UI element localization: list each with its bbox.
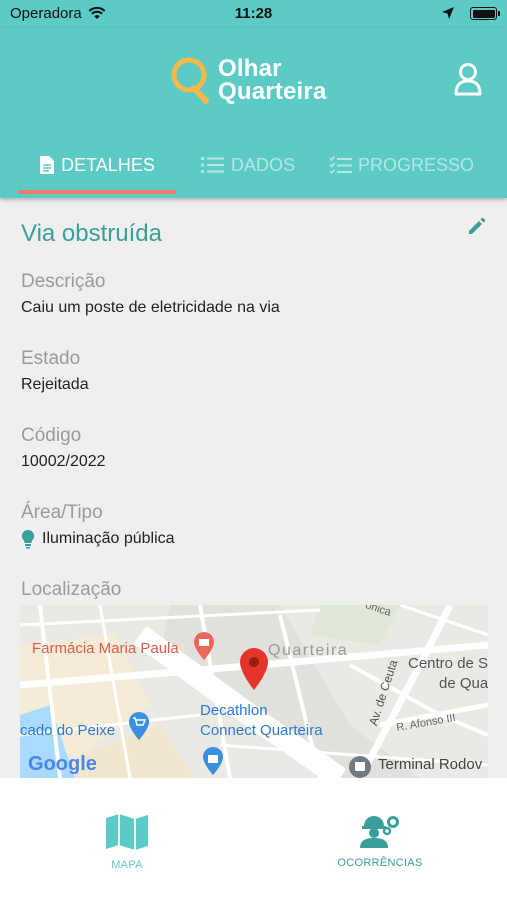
logo-q-icon	[171, 57, 209, 104]
nav-occurrences[interactable]: OCORRÊNCIAS	[305, 814, 455, 869]
map-label-center-1: Centro de S	[408, 655, 488, 672]
worker-gear-icon	[360, 816, 399, 848]
shopping-bag-pin-icon	[203, 747, 223, 775]
tab-dados[interactable]: DADOS	[188, 138, 308, 192]
occurrence-location-pin-icon[interactable]	[239, 647, 269, 691]
code-value: 10002/2022	[21, 453, 106, 470]
tab-dados-label: DADOS	[230, 154, 295, 175]
nav-occurrences-label: OCORRÊNCIAS	[337, 857, 423, 869]
checklist-icon	[329, 156, 352, 174]
pharmacy-pin-icon	[194, 632, 214, 660]
tab-progresso-label: PROGRESSO	[357, 154, 475, 175]
bus-terminal-icon	[349, 756, 371, 778]
google-attribution: Google	[28, 753, 97, 775]
list-icon	[200, 157, 224, 173]
document-icon	[40, 156, 55, 174]
nav-map[interactable]: MAPA	[52, 814, 202, 871]
status-bar: Operadora 11:28	[0, 0, 507, 28]
lightbulb-icon	[21, 529, 35, 549]
clock: 11:28	[234, 5, 273, 22]
logo-line-1: Olhar	[218, 55, 282, 82]
location-label: Localização	[21, 579, 122, 600]
map-label-terminal: Terminal Rodov	[378, 756, 483, 773]
bottom-navigation: MAPA OCORRÊNCIAS	[0, 778, 507, 900]
state-value: Rejeitada	[21, 376, 89, 393]
area-type-text: Iluminação pública	[42, 530, 175, 547]
battery-icon	[470, 7, 500, 20]
location-arrow-icon	[442, 7, 454, 19]
map-label-center-2: de Qua	[439, 675, 488, 692]
map-label-decathlon-1: Decathlon	[200, 702, 268, 719]
tab-progresso[interactable]: PROGRESSO	[322, 138, 482, 192]
map-label-market: cado do Peixe	[20, 722, 116, 739]
description-label: Descrição	[21, 271, 106, 292]
tab-bar: DETALHES DADOS PROGRESSO	[0, 138, 507, 198]
tab-detalhes[interactable]: DETALHES	[18, 138, 176, 192]
map-label-town: Quarteira	[268, 642, 349, 659]
code-label: Código	[21, 425, 82, 446]
tab-detalhes-label: DETALHES	[61, 154, 155, 175]
occurrence-title: Via obstruída	[21, 220, 162, 247]
area-type-label: Área/Tipo	[21, 502, 103, 523]
map-icon	[106, 814, 148, 850]
shopping-cart-pin-icon	[129, 712, 149, 740]
description-value: Caiu um poste de eletricidade na via	[21, 299, 280, 316]
app-header: Olhar Quarteira DETALHES DADOS PROGRESSO	[0, 28, 507, 198]
logo-line-2: Quarteira	[218, 78, 327, 105]
occurrence-details: Via obstruída Descrição Caiu um poste de…	[0, 198, 507, 778]
edit-pencil-icon[interactable]	[467, 216, 487, 236]
state-label: Estado	[21, 348, 81, 369]
nav-map-label: MAPA	[111, 859, 143, 871]
location-map[interactable]: Farmácia Maria Paula Quarteira Centro de…	[20, 605, 488, 778]
app-logo: Olhar Quarteira	[170, 54, 327, 106]
map-label-pharmacy: Farmácia Maria Paula	[32, 640, 179, 657]
area-type-value: Iluminação pública	[21, 529, 175, 549]
map-label-decathlon-2: Connect Quarteira	[200, 722, 323, 739]
active-tab-indicator	[18, 190, 176, 194]
user-profile-icon[interactable]	[453, 62, 483, 96]
